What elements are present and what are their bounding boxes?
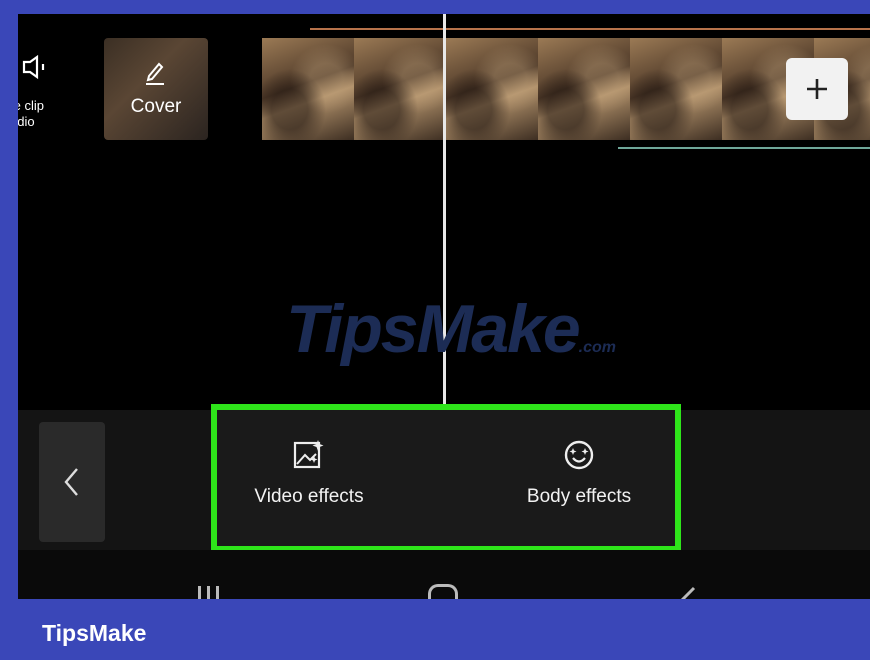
effect-track-line (618, 147, 870, 149)
video-effects-button[interactable]: Video effects (209, 438, 409, 508)
cover-button[interactable]: Cover (104, 38, 208, 140)
effects-highlight-box: Video effects Body effects (211, 404, 681, 552)
watermark-text: TipsMake (286, 291, 581, 367)
brand-label: TipsMake (42, 620, 147, 646)
watermark: TipsMake.com (286, 290, 616, 368)
video-effects-label: Video effects (254, 486, 364, 507)
clip-thumbnail (630, 38, 723, 140)
clip-thumbnail (446, 38, 539, 140)
clip-thumbnail (354, 38, 447, 140)
speaker-icon (22, 54, 45, 80)
add-clip-button[interactable] (786, 58, 848, 120)
back-nav-icon[interactable] (678, 586, 698, 599)
home-icon[interactable] (428, 584, 458, 599)
body-effects-label: Body effects (526, 486, 632, 507)
back-button[interactable] (39, 422, 105, 542)
audio-track-line (310, 28, 870, 30)
mute-clip-audio-label: te clip udio (18, 98, 44, 129)
app-screen: te clip udio Cover TipsMake.com (18, 14, 870, 599)
body-effects-button[interactable]: Body effects (479, 438, 679, 508)
pencil-icon (146, 62, 164, 85)
plus-icon (807, 79, 827, 99)
chevron-left-icon (64, 468, 78, 496)
watermark-suffix: .com (578, 339, 616, 356)
image-sparkle-icon (293, 440, 324, 469)
recent-apps-icon[interactable] (198, 586, 222, 599)
clip-thumbnail (262, 38, 355, 140)
effects-toolbar: Video effects Body effects (18, 404, 870, 552)
clip-thumbnail (538, 38, 631, 140)
mute-clip-audio-button[interactable]: te clip udio (18, 48, 78, 158)
smiley-sparkle-icon (564, 440, 594, 470)
video-clip-filmstrip[interactable] (262, 38, 870, 140)
cover-label: Cover (130, 96, 182, 117)
system-nav-bar (18, 550, 870, 599)
